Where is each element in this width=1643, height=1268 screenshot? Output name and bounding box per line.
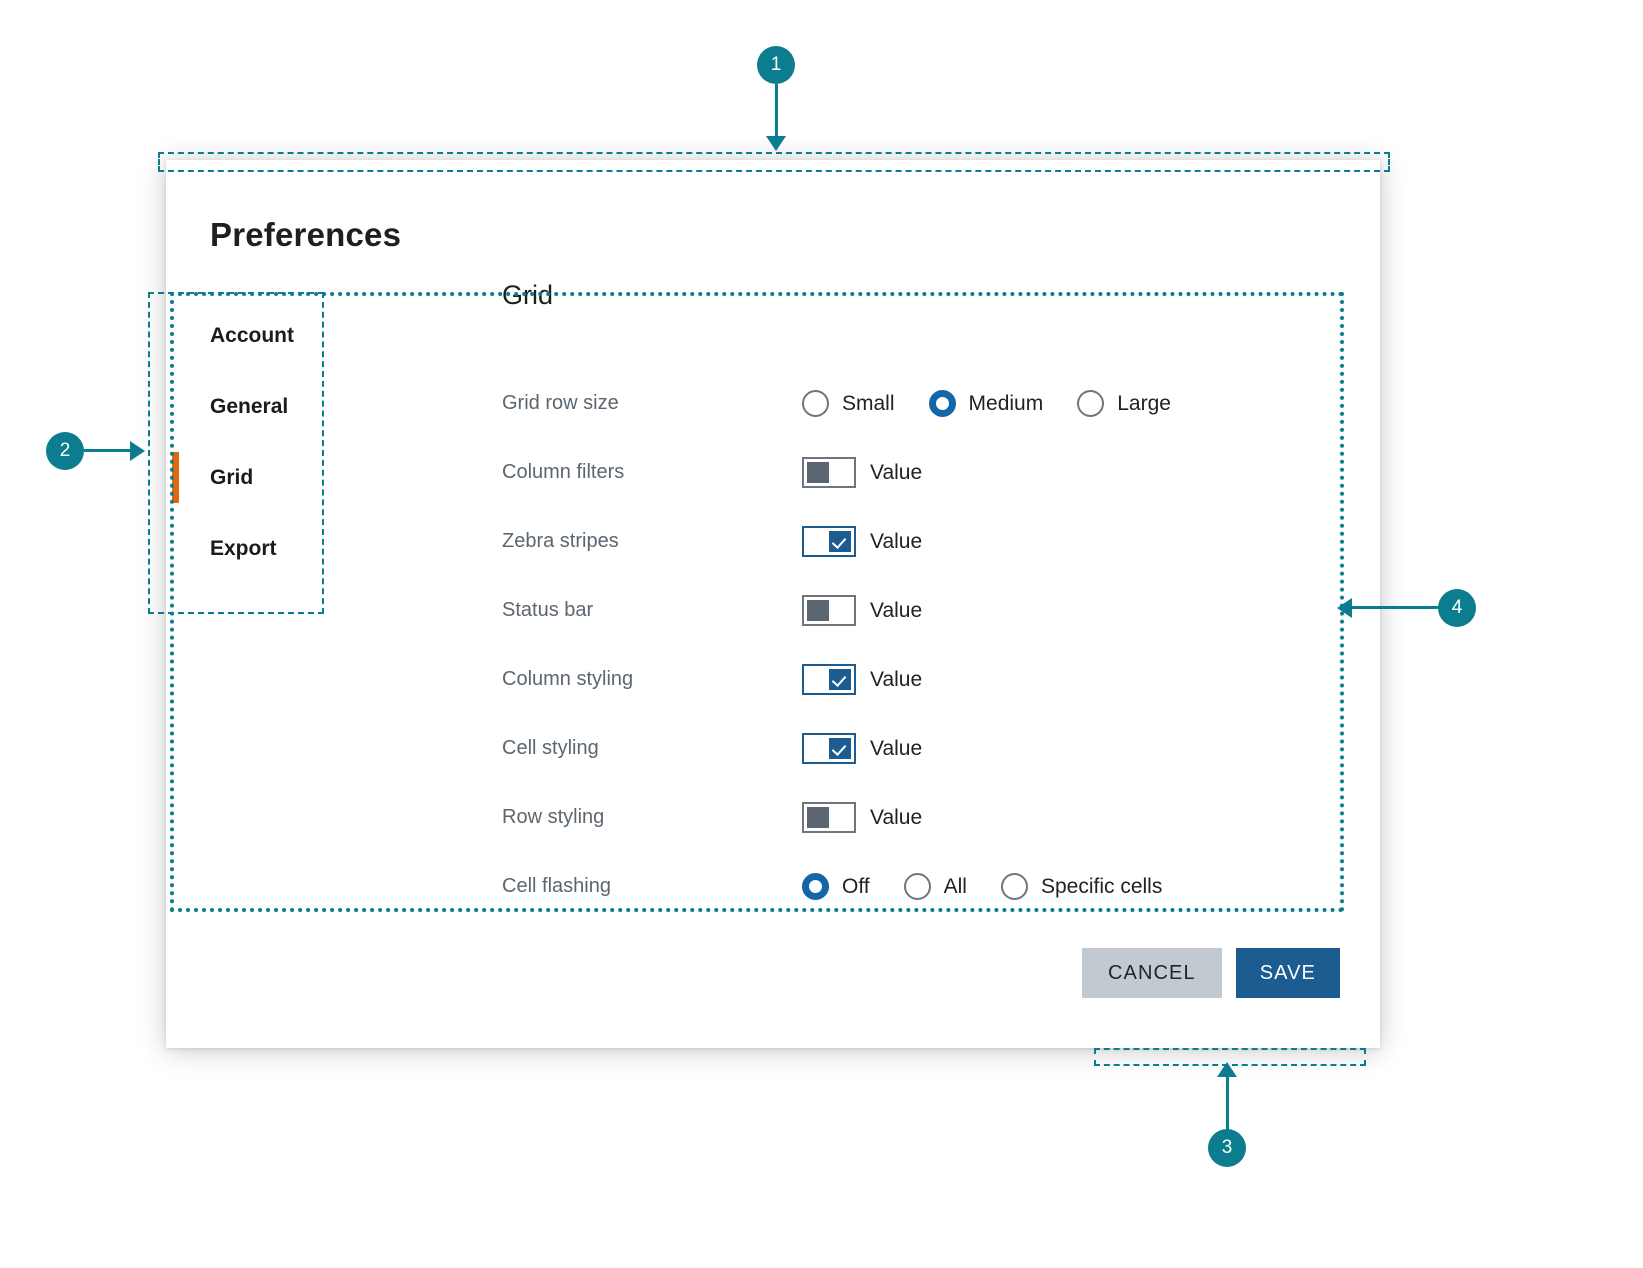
callout-leader-line <box>1226 1076 1229 1130</box>
toggle-knob <box>807 462 829 483</box>
callout-arrow-up-icon <box>1217 1062 1237 1077</box>
toggle-value-label: Value <box>870 460 923 484</box>
radio-option-medium[interactable]: Medium <box>928 390 1044 417</box>
callout-badge-1: 1 <box>757 46 795 84</box>
radio-selected-icon <box>928 390 956 417</box>
toggle-status-bar[interactable]: Value <box>802 595 922 626</box>
page-title: Preferences <box>210 216 402 253</box>
field-label: Column filters <box>502 461 625 483</box>
preferences-content: Grid Grid row size Small Medium Large Co… <box>502 280 1362 921</box>
toggle-group: Value <box>802 526 922 557</box>
sidebar-item-grid[interactable]: Grid <box>166 442 456 513</box>
sidebar-item-general[interactable]: General <box>166 371 456 442</box>
radio-group-grid-row-size: Small Medium Large <box>802 390 1205 417</box>
toggle-column-filters[interactable]: Value <box>802 457 922 488</box>
field-row-cell-styling: Cell styling Value <box>502 714 1362 783</box>
radio-label: Specific cells <box>1040 874 1163 898</box>
toggle-on-icon <box>802 526 856 557</box>
sidebar-item-account[interactable]: Account <box>166 300 456 371</box>
field-row-grid-row-size: Grid row size Small Medium Large <box>502 369 1362 438</box>
toggle-group: Value <box>802 733 922 764</box>
field-row-column-filters: Column filters Value <box>502 438 1362 507</box>
radio-icon <box>1000 873 1028 900</box>
callout-arrow-right-icon <box>130 441 145 461</box>
callout-badge-3: 3 <box>1208 1129 1246 1167</box>
field-row-row-styling: Row styling Value <box>502 783 1362 852</box>
field-label: Cell flashing <box>502 875 611 897</box>
toggle-value-label: Value <box>870 598 923 622</box>
field-label: Column styling <box>502 668 634 690</box>
radio-icon <box>802 390 829 417</box>
sidebar-item-export[interactable]: Export <box>166 513 456 584</box>
radio-option-small[interactable]: Small <box>802 390 895 417</box>
save-button[interactable]: SAVE <box>1235 948 1340 998</box>
toggle-zebra-stripes[interactable]: Value <box>802 526 922 557</box>
toggle-knob <box>807 600 829 621</box>
radio-option-large[interactable]: Large <box>1077 390 1171 417</box>
radio-option-all[interactable]: All <box>903 873 967 900</box>
toggle-cell-styling[interactable]: Value <box>802 733 922 764</box>
toggle-group: Value <box>802 595 922 626</box>
sidebar-item-label: Export <box>210 537 277 560</box>
content-heading: Grid <box>502 280 554 310</box>
radio-label: Small <box>842 391 895 415</box>
toggle-on-icon <box>802 664 856 695</box>
field-row-status-bar: Status bar Value <box>502 576 1362 645</box>
preferences-dialog: Preferences Account General Grid Export … <box>166 160 1380 1048</box>
field-row-cell-flashing: Cell flashing Off All Specific cells <box>502 852 1362 921</box>
field-row-column-styling: Column styling Value <box>502 645 1362 714</box>
toggle-row-styling[interactable]: Value <box>802 802 922 833</box>
field-label: Grid row size <box>502 392 619 414</box>
toggle-knob <box>829 738 851 759</box>
radio-label: All <box>943 874 967 898</box>
toggle-off-icon <box>802 457 856 488</box>
sidebar-item-label: General <box>210 395 289 418</box>
toggle-group: Value <box>802 664 922 695</box>
callout-badge-2: 2 <box>46 432 84 470</box>
callout-badge-4: 4 <box>1438 589 1476 627</box>
radio-icon <box>903 873 931 900</box>
radio-label: Off <box>842 874 870 898</box>
radio-option-specific-cells[interactable]: Specific cells <box>1000 873 1163 900</box>
toggle-value-label: Value <box>870 529 923 553</box>
preferences-sidebar: Account General Grid Export <box>166 300 456 584</box>
toggle-knob <box>807 807 829 828</box>
toggle-group: Value <box>802 457 922 488</box>
toggle-value-label: Value <box>870 805 923 829</box>
cancel-button[interactable]: CANCEL <box>1081 948 1222 998</box>
toggle-value-label: Value <box>870 736 923 760</box>
callout-leader-line <box>775 84 778 138</box>
toggle-on-icon <box>802 733 856 764</box>
toggle-off-icon <box>802 802 856 833</box>
toggle-off-icon <box>802 595 856 626</box>
callout-leader-line <box>1352 606 1442 609</box>
toggle-knob <box>829 531 851 552</box>
radio-label: Medium <box>968 391 1044 415</box>
field-row-zebra-stripes: Zebra stripes Value <box>502 507 1362 576</box>
toggle-group: Value <box>802 802 922 833</box>
callout-arrow-left-icon <box>1337 598 1352 618</box>
callout-arrow-down-icon <box>766 136 786 151</box>
callout-leader-line <box>84 449 132 452</box>
sidebar-item-label: Grid <box>210 466 254 489</box>
field-label: Zebra stripes <box>502 530 619 552</box>
radio-label: Large <box>1117 391 1171 415</box>
radio-group-cell-flashing: Off All Specific cells <box>802 873 1196 900</box>
dialog-footer: CANCEL SAVE <box>1081 948 1340 998</box>
field-label: Row styling <box>502 806 605 828</box>
screenshot-canvas: Preferences Account General Grid Export … <box>0 0 1643 1268</box>
sidebar-item-label: Account <box>210 324 294 347</box>
radio-option-off[interactable]: Off <box>802 873 870 900</box>
toggle-value-label: Value <box>870 667 923 691</box>
radio-selected-icon <box>802 873 829 900</box>
active-indicator-bar <box>172 452 179 503</box>
toggle-column-styling[interactable]: Value <box>802 664 922 695</box>
radio-icon <box>1077 390 1105 417</box>
toggle-knob <box>829 669 851 690</box>
field-label: Status bar <box>502 599 594 621</box>
field-label: Cell styling <box>502 737 599 759</box>
